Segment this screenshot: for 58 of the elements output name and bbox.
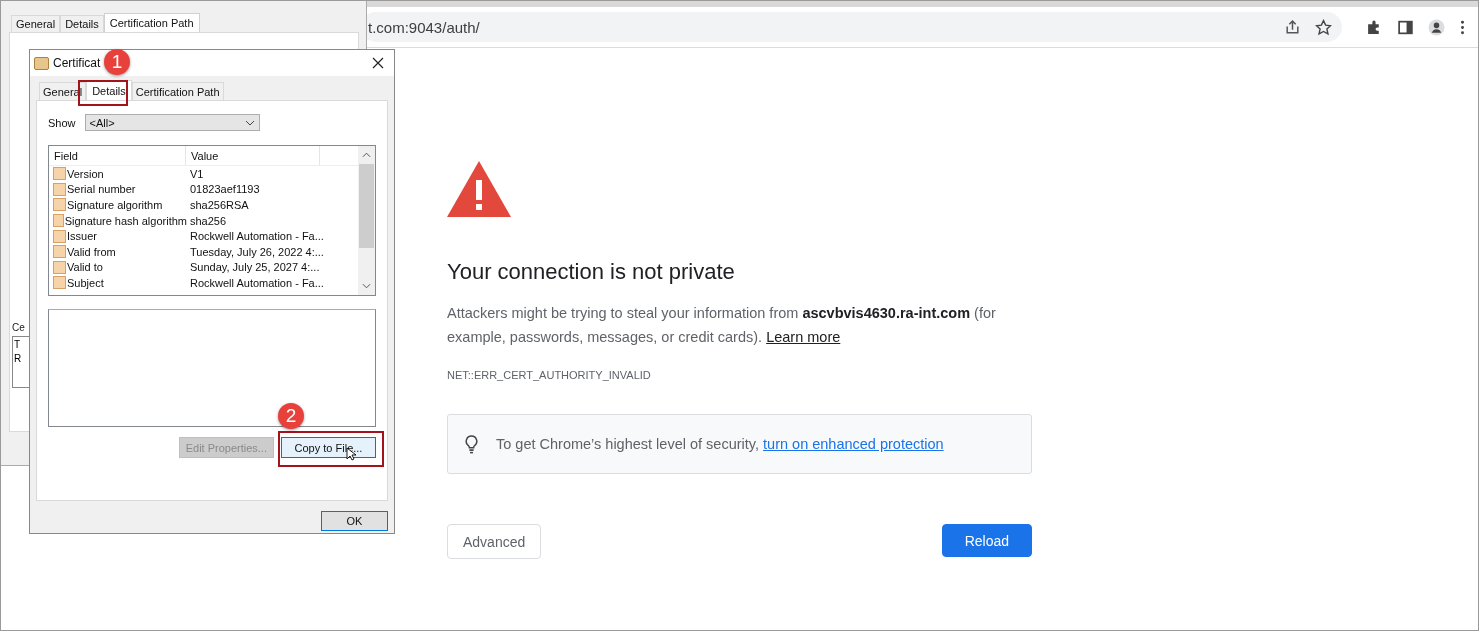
list-item[interactable]: R [14,352,20,366]
lightbulb-icon [465,434,478,454]
show-dropdown[interactable]: <All> [84,114,260,131]
learn-more-link[interactable]: Learn more [766,329,841,345]
dialog-tab[interactable]: General [11,15,61,32]
table-cell-text: Rockwell Automation - Fa... [189,276,324,289]
column-header[interactable]: Field [49,146,186,165]
table-cell-text: Rockwell Automation - Fa... [189,230,324,243]
star-icon[interactable] [1315,18,1332,36]
warning-icon [447,161,511,217]
column-header[interactable]: Value [186,146,320,165]
error-code: NET::ERR_CERT_AUTHORITY_INVALID [447,369,652,381]
reload-button[interactable]: Reload [941,524,1032,557]
field-icon [53,260,66,274]
table-cell-text: 01823aef1193 [189,183,260,196]
table-cell: Version [67,167,104,180]
section-label: Ce [12,322,25,333]
dialog-title: Certificat [53,56,101,70]
field-icon [53,229,66,243]
page-heading: Your connection is not private [447,259,736,285]
table-cell: Valid to [67,261,103,274]
table-cell: Signature hash algorithm [64,214,187,227]
table-cell: Subject [67,276,104,289]
table-cell: Serial number [67,183,136,196]
tip-text: To get Chrome’s highest level of security, turn on enhanced protection [496,436,944,452]
field-icon [53,276,66,290]
url-text: t.com:9043/auth/ [368,18,481,36]
table-cell: Signature algorithm [67,199,163,211]
ok-button[interactable]: OK [321,511,388,531]
menu-icon[interactable] [1459,18,1466,36]
table-cell: Issuer [67,230,97,243]
field-icon [53,198,66,212]
chevron-icon [244,119,255,126]
field-icon [53,182,66,196]
close-icon[interactable] [372,57,384,69]
table-cell-text: V1 [189,167,204,180]
enhanced-protection-link[interactable]: turn on enhanced protection [763,436,944,452]
share-icon[interactable] [1284,18,1301,36]
table-cell-text: sha256RSA [189,199,249,211]
table-cell: Valid from [67,245,116,258]
field-icon [53,214,64,228]
dialog-tab[interactable]: Details [60,15,104,32]
field-icon [53,245,66,259]
profile-icon[interactable] [1428,18,1445,36]
list-item[interactable]: T [14,338,20,352]
table-cell-text: Sunday, July 25, 2027 4:... [189,261,320,274]
advanced-button[interactable]: Advanced [447,524,542,559]
dialog-tab[interactable]: Certification Path [103,13,200,32]
warning-message: Attackers might be trying to steal your information from ascvbvis4630.ra-int.com (for example, passwords, messages, or credit cards). Learn more [447,304,997,347]
table-cell-text: Tuesday, July 26, 2022 4:... [189,245,324,258]
certificate-icon [34,56,49,70]
scroll-down-icon[interactable] [362,283,371,289]
table-cell-text: sha256 [189,214,227,227]
show-label: Show [48,116,76,129]
field-icon [53,167,66,181]
side-panel-icon[interactable] [1397,18,1414,36]
scroll-up-icon[interactable] [362,152,371,158]
scrollbar[interactable] [358,146,375,295]
